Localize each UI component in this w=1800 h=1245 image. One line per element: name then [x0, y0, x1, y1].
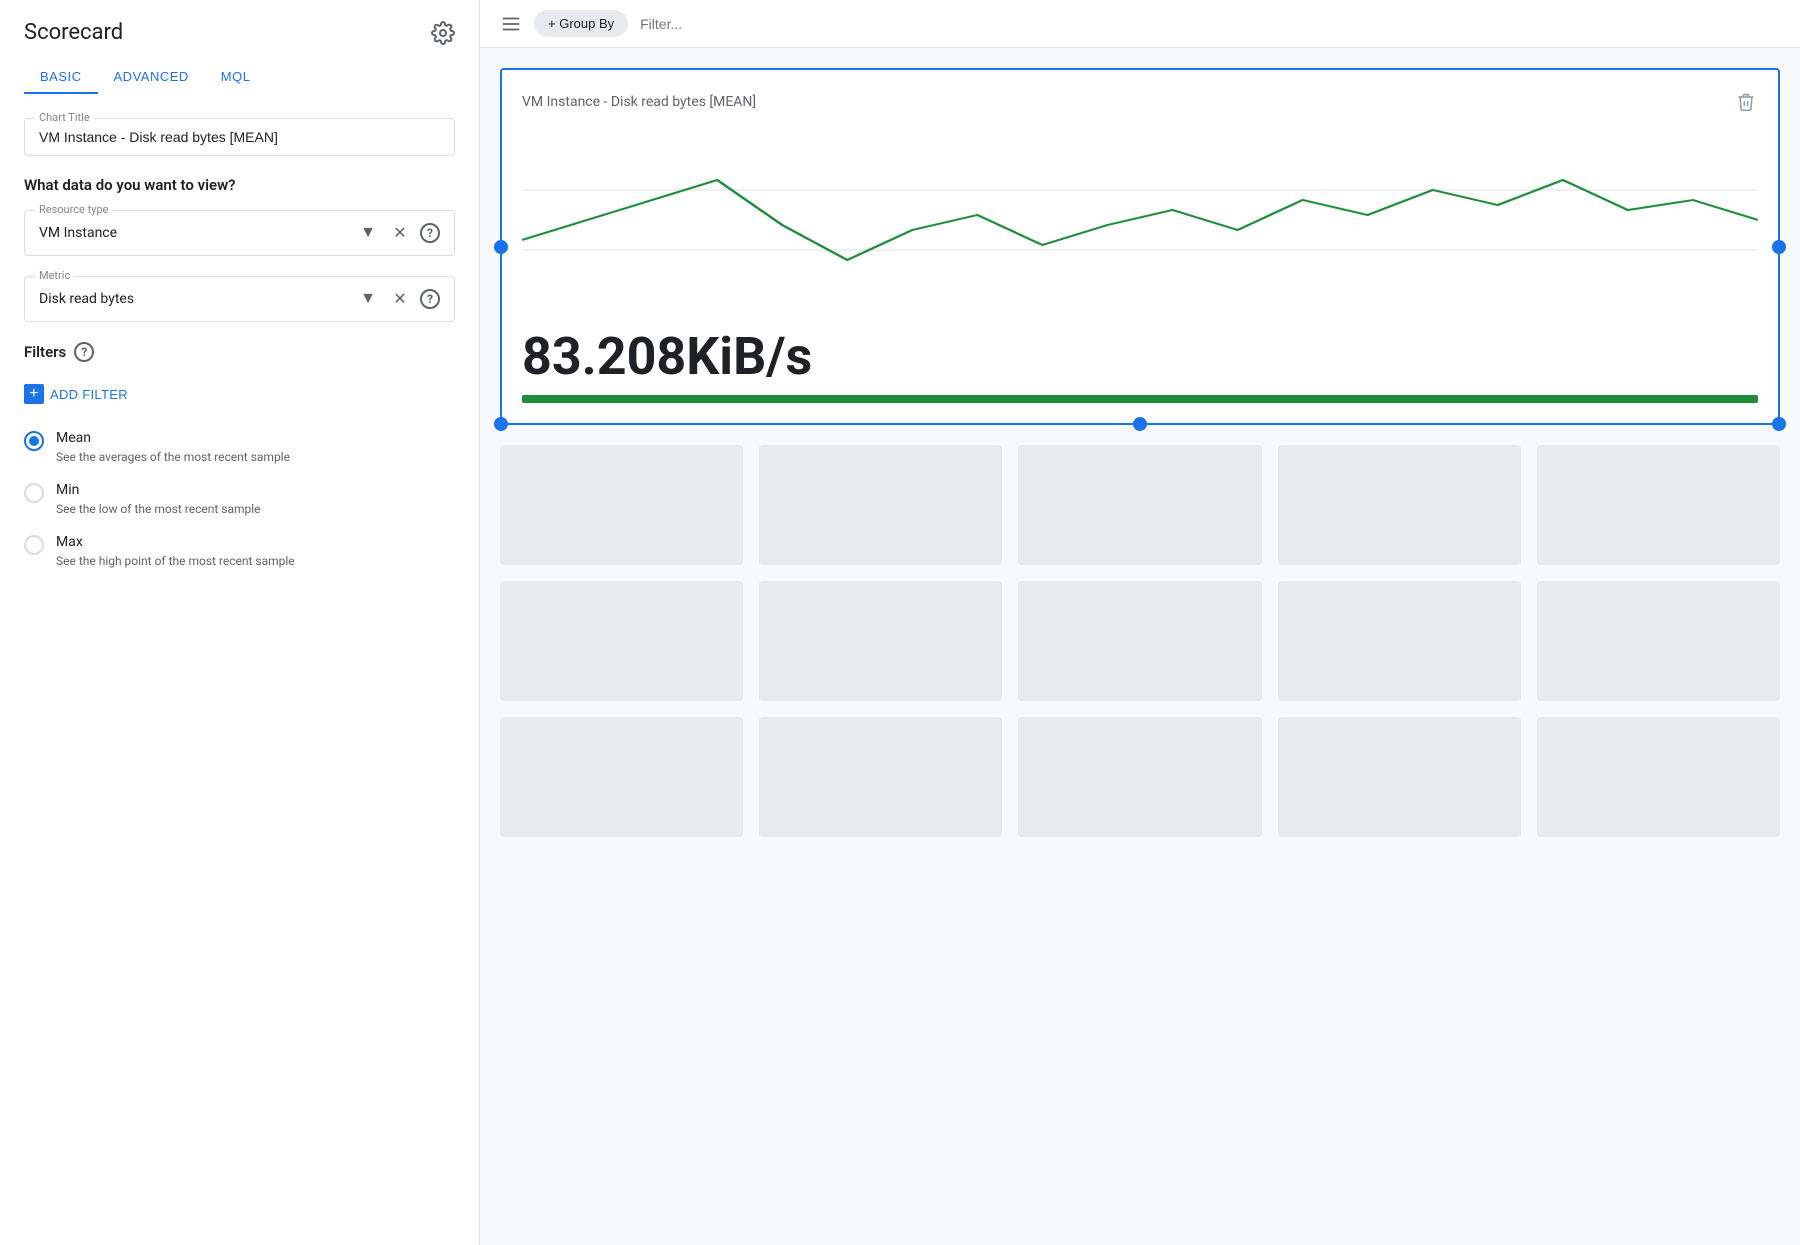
gear-button[interactable] [431, 21, 455, 45]
main-chart-card: VM Instance - Disk read bytes [MEAN] .ch… [500, 68, 1780, 425]
radio-max[interactable]: Max See the high point of the most recen… [24, 534, 455, 570]
placeholder-card [759, 445, 1002, 565]
placeholder-card [1018, 445, 1261, 565]
resource-type-wrapper[interactable]: Resource type VM Instance ▼ ✕ ? [24, 210, 455, 256]
panel-title: Scorecard [24, 20, 123, 45]
add-filter-label: ADD FILTER [50, 387, 128, 402]
resource-type-label: Resource type [35, 203, 112, 216]
chart-title-wrapper: Chart Title [24, 118, 455, 156]
metric-clear[interactable]: ✕ [388, 287, 412, 311]
placeholder-card [500, 581, 743, 701]
metric-label: Metric [35, 269, 74, 282]
top-toolbar: + Group By [480, 0, 1800, 48]
radio-max-text: Max See the high point of the most recen… [56, 534, 295, 570]
resource-type-dropdown[interactable]: ▼ [356, 221, 380, 245]
placeholder-card [1537, 717, 1780, 837]
tab-advanced[interactable]: ADVANCED [98, 61, 205, 94]
radio-min-text: Min See the low of the most recent sampl… [56, 482, 261, 518]
radio-mean-label: Mean [56, 430, 290, 446]
panel-content: Chart Title What data do you want to vie… [0, 118, 479, 569]
radio-min-desc: See the low of the most recent sample [56, 501, 261, 518]
placeholder-card [500, 717, 743, 837]
placeholder-row-3 [500, 717, 1780, 837]
left-panel: Scorecard BASIC ADVANCED MQL Chart Title… [0, 0, 480, 1245]
right-panel: + Group By VM Instance - Disk read bytes… [480, 0, 1800, 1245]
resize-handle-left[interactable] [494, 240, 508, 254]
resource-type-clear[interactable]: ✕ [388, 221, 412, 245]
metric-group: Metric Disk read bytes ▼ ✕ ? [24, 276, 455, 322]
metric-dropdown[interactable]: ▼ [356, 287, 380, 311]
radio-mean-desc: See the averages of the most recent samp… [56, 449, 290, 466]
radio-min-circle [24, 483, 44, 503]
radio-min[interactable]: Min See the low of the most recent sampl… [24, 482, 455, 518]
placeholder-card [759, 581, 1002, 701]
metric-value: Disk read bytes [39, 291, 356, 307]
tabs-row: BASIC ADVANCED MQL [0, 61, 479, 94]
resize-handle-bottom-right[interactable] [1772, 417, 1786, 431]
placeholder-card [1278, 445, 1521, 565]
filter-lines-button[interactable] [500, 13, 522, 35]
metric-help[interactable]: ? [420, 289, 440, 309]
group-by-button[interactable]: + Group By [534, 10, 628, 37]
add-filter-button[interactable]: + ADD FILTER [24, 378, 128, 410]
chart-card-title: VM Instance - Disk read bytes [MEAN] [522, 94, 756, 110]
placeholder-card [759, 717, 1002, 837]
placeholder-card [1018, 717, 1261, 837]
what-data-title: What data do you want to view? [24, 176, 455, 194]
placeholder-card [1537, 445, 1780, 565]
chart-title-input[interactable] [39, 129, 440, 145]
placeholder-card [1018, 581, 1261, 701]
chart-green-bar [522, 395, 1758, 403]
placeholder-row-1 [500, 445, 1780, 565]
group-by-label: + Group By [548, 16, 614, 31]
radio-max-label: Max [56, 534, 295, 550]
resource-type-value: VM Instance [39, 225, 356, 241]
panel-header: Scorecard [0, 0, 479, 61]
filters-label: Filters [24, 343, 66, 361]
resource-type-group: Resource type VM Instance ▼ ✕ ? [24, 210, 455, 256]
placeholder-card [1278, 581, 1521, 701]
radio-max-circle [24, 535, 44, 555]
chart-value: 83.208KiB/s [522, 326, 1758, 387]
radio-group: Mean See the averages of the most recent… [24, 430, 455, 569]
radio-min-label: Min [56, 482, 261, 498]
placeholder-card [1537, 581, 1780, 701]
radio-max-desc: See the high point of the most recent sa… [56, 553, 295, 570]
metric-wrapper[interactable]: Metric Disk read bytes ▼ ✕ ? [24, 276, 455, 322]
radio-mean[interactable]: Mean See the averages of the most recent… [24, 430, 455, 466]
radio-mean-inner [29, 436, 39, 446]
placeholder-card [1278, 717, 1521, 837]
chart-card-header: VM Instance - Disk read bytes [MEAN] [522, 90, 1758, 114]
tab-mql[interactable]: MQL [205, 61, 267, 94]
delete-chart-button[interactable] [1734, 90, 1758, 114]
resize-handle-bottom-left[interactable] [494, 417, 508, 431]
radio-mean-circle [24, 431, 44, 451]
filter-input[interactable] [640, 16, 1780, 32]
chart-title-label: Chart Title [35, 111, 94, 124]
placeholder-row-2 [500, 581, 1780, 701]
chart-title-group: Chart Title [24, 118, 455, 156]
add-filter-plus-icon: + [24, 384, 44, 404]
metric-icons: ▼ ✕ ? [356, 287, 440, 311]
placeholder-card [500, 445, 743, 565]
resource-type-icons: ▼ ✕ ? [356, 221, 440, 245]
charts-area: VM Instance - Disk read bytes [MEAN] .ch… [480, 48, 1800, 1245]
radio-mean-text: Mean See the averages of the most recent… [56, 430, 290, 466]
filters-row: Filters ? [24, 342, 455, 362]
resize-handle-bottom-mid[interactable] [1133, 417, 1147, 431]
resize-handle-right[interactable] [1772, 240, 1786, 254]
line-chart: .chart-line { fill: none; stroke: #1e8e3… [522, 130, 1758, 310]
filters-help[interactable]: ? [74, 342, 94, 362]
tab-basic[interactable]: BASIC [24, 61, 98, 94]
resource-type-help[interactable]: ? [420, 223, 440, 243]
